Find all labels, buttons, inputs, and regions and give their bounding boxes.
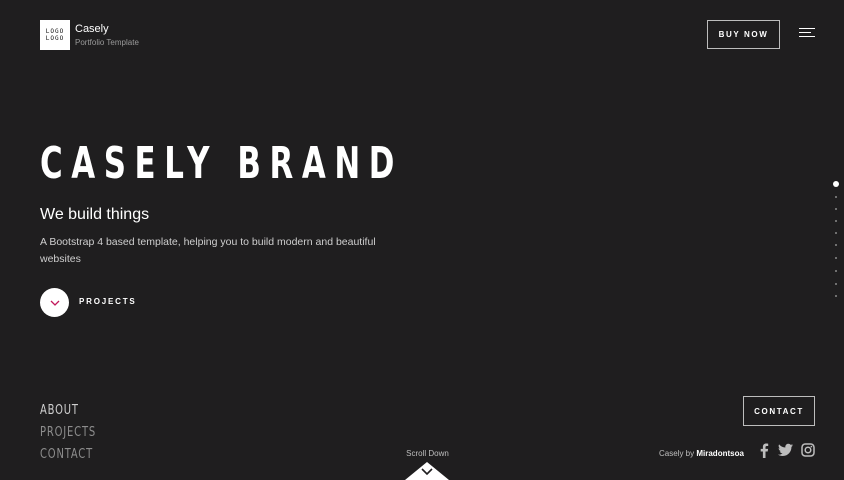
- facebook-icon[interactable]: [758, 443, 770, 458]
- footer-nav-about[interactable]: ABOUT: [40, 400, 96, 422]
- section-dot[interactable]: [835, 283, 837, 285]
- chevron-down-icon: [50, 300, 59, 306]
- twitter-icon[interactable]: [778, 443, 793, 457]
- credit-author-link[interactable]: Miradontsoa: [696, 449, 744, 458]
- footer-nav-contact[interactable]: CONTACT: [40, 444, 96, 466]
- instagram-icon[interactable]: [801, 443, 815, 457]
- hero-subtitle: We build things: [40, 206, 150, 223]
- credit-prefix: Casely by: [659, 449, 695, 458]
- brand-name[interactable]: Casely: [75, 23, 109, 35]
- hero-title: CASELY BRAND: [40, 138, 403, 189]
- landing-page: LOGO LOGO Casely Portfolio Template BUY …: [0, 0, 844, 480]
- hero-description: A Bootstrap 4 based template, helping yo…: [40, 236, 376, 265]
- projects-link[interactable]: PROJECTS: [79, 297, 137, 306]
- section-dot[interactable]: [835, 196, 837, 198]
- footer-nav: ABOUT PROJECTS CONTACT: [40, 400, 106, 466]
- projects-scroll-button[interactable]: [40, 288, 69, 317]
- section-dot[interactable]: [835, 208, 837, 210]
- buy-now-button[interactable]: BUY NOW: [707, 20, 780, 49]
- section-dot[interactable]: [835, 244, 837, 246]
- contact-button[interactable]: CONTACT: [743, 396, 815, 426]
- section-dot[interactable]: [835, 295, 837, 297]
- section-dot[interactable]: [835, 220, 837, 222]
- logo[interactable]: LOGO LOGO: [40, 20, 70, 50]
- section-dot[interactable]: [835, 270, 837, 272]
- footer-nav-projects[interactable]: PROJECTS: [40, 422, 96, 444]
- section-dot[interactable]: [833, 181, 839, 187]
- logo-text-top: LOGO: [45, 28, 65, 35]
- scroll-down-label: Scroll Down: [406, 449, 449, 458]
- hamburger-icon[interactable]: [799, 28, 815, 40]
- footer-credit: Casely by Miradontsoa: [659, 449, 744, 458]
- section-dot[interactable]: [835, 257, 837, 259]
- section-dot[interactable]: [835, 232, 837, 234]
- logo-text-bottom: LOGO: [45, 35, 65, 42]
- scroll-down-icon[interactable]: [405, 460, 449, 480]
- brand-tagline: Portfolio Template: [75, 38, 139, 47]
